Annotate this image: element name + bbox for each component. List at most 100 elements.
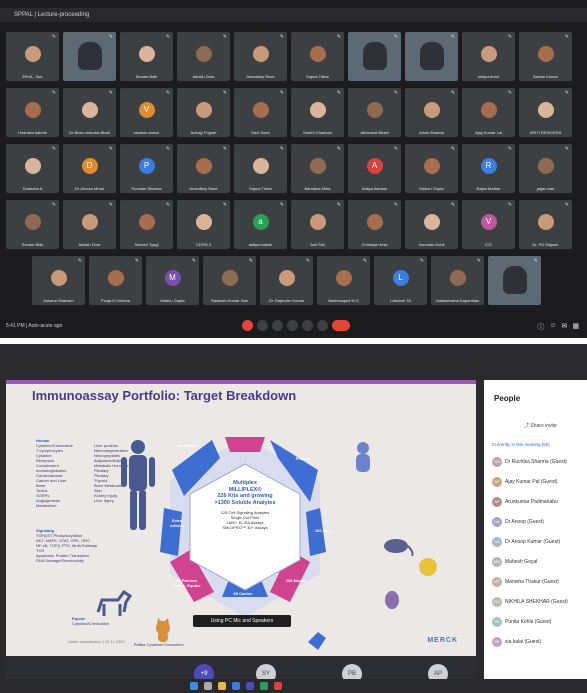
participant-tile[interactable]: ✎ Christuja Hess	[348, 200, 401, 249]
people-list-item[interactable]: MT Manisha Thakur (Guest)	[492, 576, 587, 590]
search-icon[interactable]	[204, 682, 212, 690]
participant-tile[interactable]: ✎ Ravi Sobe	[234, 88, 287, 137]
center-main-lines: Multiplex MILLIPLEX® 226 Kits and growing >…	[202, 480, 288, 506]
participant-tile[interactable]: ✎ Anirajy Pujpari	[177, 88, 230, 137]
people-list-item[interactable]: SK sia kalai (Guest)	[492, 636, 587, 650]
participant-tile[interactable]: ✎	[405, 32, 458, 81]
participant-tile[interactable]: ✎ Eff'ciL, Sub	[6, 32, 59, 81]
mic-muted-icon: ✎	[279, 90, 284, 96]
chrome-icon[interactable]	[260, 682, 268, 690]
participant-tile[interactable]: ✎ R Rajan Mathur	[462, 144, 515, 193]
participant-tile[interactable]: ✎ Sapna Tribar	[291, 32, 344, 81]
participant-tile[interactable]: ✎ jagat.mari	[519, 144, 572, 193]
participant-tile[interactable]: ✎ V ICS	[462, 200, 515, 249]
share-icon: ⤴	[524, 423, 530, 429]
person-name: Dr Ruchika Sharma (Guest)	[505, 459, 567, 465]
label-canine: 65 Canine	[233, 591, 253, 596]
participant-tile[interactable]: ✎ Sonam Bidh	[6, 200, 59, 249]
camera-button[interactable]	[257, 320, 268, 331]
participant-tile[interactable]: ✎ Kishori Gupta	[405, 144, 458, 193]
people-list-item[interactable]: NS NIKHILA SHEKHAR (Guest)	[492, 596, 587, 610]
participant-tile[interactable]: ✎ Sukesh Tyagi	[120, 200, 173, 249]
participant-tile[interactable]: ✎ Kanchan Kohli	[405, 200, 458, 249]
participant-tile[interactable]: ✎ Dr Bhan chandra Bhatt	[63, 88, 116, 137]
participant-tile[interactable]: ✎ Dr. PD Majoob	[519, 200, 572, 249]
people-list-item[interactable]: AP Arunkumar Padmanabu	[492, 496, 587, 510]
participant-tile[interactable]: ✎ Anil Sidi	[291, 200, 344, 249]
chat-icon[interactable]: ✉	[562, 322, 568, 332]
participant-tile[interactable]: ✎	[488, 256, 541, 305]
participant-tile[interactable]: ✎ Alivia Sharma	[405, 88, 458, 137]
participant-tile[interactable]: ✎ D Dr Jimcan Mhan	[63, 144, 116, 193]
edge-icon[interactable]	[232, 682, 240, 690]
participant-tile[interactable]: ✎ KRITI REHOGRA	[519, 88, 572, 137]
app-icon[interactable]	[274, 682, 282, 690]
participant-tile[interactable]: ✎ Ashish Dora	[177, 32, 230, 81]
people-list-item[interactable]: AP Ajay Kumar Pal (Guest)	[492, 476, 587, 490]
meeting-gallery-screenshot: SPPAL | Lecture-proceeding ✎ Eff'ciL, Sub…	[0, 0, 587, 338]
participant-tile[interactable]: ✎ Dr. Rajender Kumar	[260, 256, 313, 305]
more-options-button[interactable]	[317, 320, 328, 331]
participant-tile[interactable]: ✎ CDFM.3	[177, 200, 230, 249]
start-icon[interactable]	[190, 682, 198, 690]
participant-tile[interactable]: ✎ Abhinand Bhatti	[348, 88, 401, 137]
participant-tile[interactable]: ✎ P Punnam Sharma	[120, 144, 173, 193]
share-invite-button[interactable]: ⤴ Share invite	[524, 422, 557, 429]
participant-tile[interactable]: ✎ Ajay Kumar Lal	[462, 88, 515, 137]
info-icon[interactable]: ⓘ	[537, 322, 544, 332]
participant-tile[interactable]: ✎ Ashish Dora	[63, 200, 116, 249]
signaling-list: Signaling TGFβ/ST Phosphorylation AKT, MA…	[36, 528, 97, 563]
participant-tile[interactable]: ✎ Bashmuqshi M S	[317, 256, 370, 305]
people-list-item[interactable]: PK Punita Kohla (Guest)	[492, 616, 587, 630]
participant-name: Ashish Dora	[192, 74, 215, 79]
participant-tile[interactable]: ✎ Sapna Tribar	[234, 144, 287, 193]
people-list-item[interactable]: DA Dr Anoop (Guest)	[492, 516, 587, 530]
participant-tile[interactable]: ✎ M Madhu Gupta	[146, 256, 199, 305]
participant-tile[interactable]: ✎ A Aditya Ashane	[348, 144, 401, 193]
participant-tile[interactable]: ✎ Pooja D Krishna	[89, 256, 142, 305]
raise-hand-button[interactable]	[287, 320, 298, 331]
folder-icon[interactable]	[218, 682, 226, 690]
people-list-item[interactable]: DA Dr Anoop Kumar (Guest)	[492, 536, 587, 550]
mouse-icon	[385, 591, 399, 609]
participant-tile[interactable]: ✎ L Lakshmi TA	[374, 256, 427, 305]
meeting-window-title: SPPAL | Lecture-proceeding	[0, 8, 587, 22]
person-name: sia kalai (Guest)	[505, 639, 542, 645]
participant-tile[interactable]: ✎ Ankana Shansen	[32, 256, 85, 305]
people-list-item[interactable]: MG Mahesh Goyal	[492, 556, 587, 570]
in-meeting-header[interactable]: Currently in this meeting (55)	[492, 442, 550, 447]
end-call-button[interactable]	[332, 320, 350, 331]
participant-tile[interactable]: ✎ Sonam Bidh	[120, 32, 173, 81]
participant-tile[interactable]: ✎	[63, 32, 116, 81]
participant-tile[interactable]: ✎ Vshvaniz.anmol	[120, 88, 173, 137]
participant-tile[interactable]: ✎ Sachin Kumar	[519, 32, 572, 81]
participant-tile[interactable]: ✎ Surbhi Chauhan	[291, 88, 344, 137]
people-list-item[interactable]: DS Dr Ruchika Sharma (Guest)	[492, 456, 587, 470]
avatar-photo	[423, 213, 440, 230]
participant-name: Dr Bhan chandra Bhatt	[69, 130, 110, 135]
person-name: Arunkumar Padmanabu	[505, 499, 558, 505]
participant-tile[interactable]: ✎ Anandkey Rave	[234, 32, 287, 81]
participant-tile[interactable]: ✎	[348, 32, 401, 81]
participant-tile[interactable]: ✎ a aditya.bubnik	[234, 200, 287, 249]
people-icon[interactable]: ☺	[549, 322, 556, 332]
mic-muted-icon: ✎	[108, 202, 113, 208]
participant-tile[interactable]: ✎ Gaitasewsha Dupanthan	[431, 256, 484, 305]
activities-icon[interactable]: ▦	[572, 322, 579, 332]
slide-footer: Under construction | 13.11.2023	[68, 639, 125, 644]
person-name: NIKHILA SHEKHAR (Guest)	[505, 599, 568, 605]
participant-tile[interactable]: ✎ Hiranshu kainde	[6, 88, 59, 137]
captions-button[interactable]	[272, 320, 283, 331]
participant-tile[interactable]: ✎ Anandkey Rave	[177, 144, 230, 193]
signaling-item: DNA Damage/Genotoxicity	[36, 558, 84, 563]
mic-off-button[interactable]	[242, 320, 253, 331]
participant-tile[interactable]: ✎ Raskesh Kumar Sah	[203, 256, 256, 305]
participant-tile[interactable]: ✎ srivpunit.bol	[462, 32, 515, 81]
participant-tile[interactable]: ✎ Bandana Mitra	[291, 144, 344, 193]
teams-icon[interactable]	[246, 682, 254, 690]
avatar-photo	[309, 45, 326, 62]
present-button[interactable]	[302, 320, 313, 331]
human-item: Metabolism	[36, 503, 57, 508]
participant-tile[interactable]: ✎ Dodesha A	[6, 144, 59, 193]
mic-muted-icon: ✎	[222, 202, 227, 208]
